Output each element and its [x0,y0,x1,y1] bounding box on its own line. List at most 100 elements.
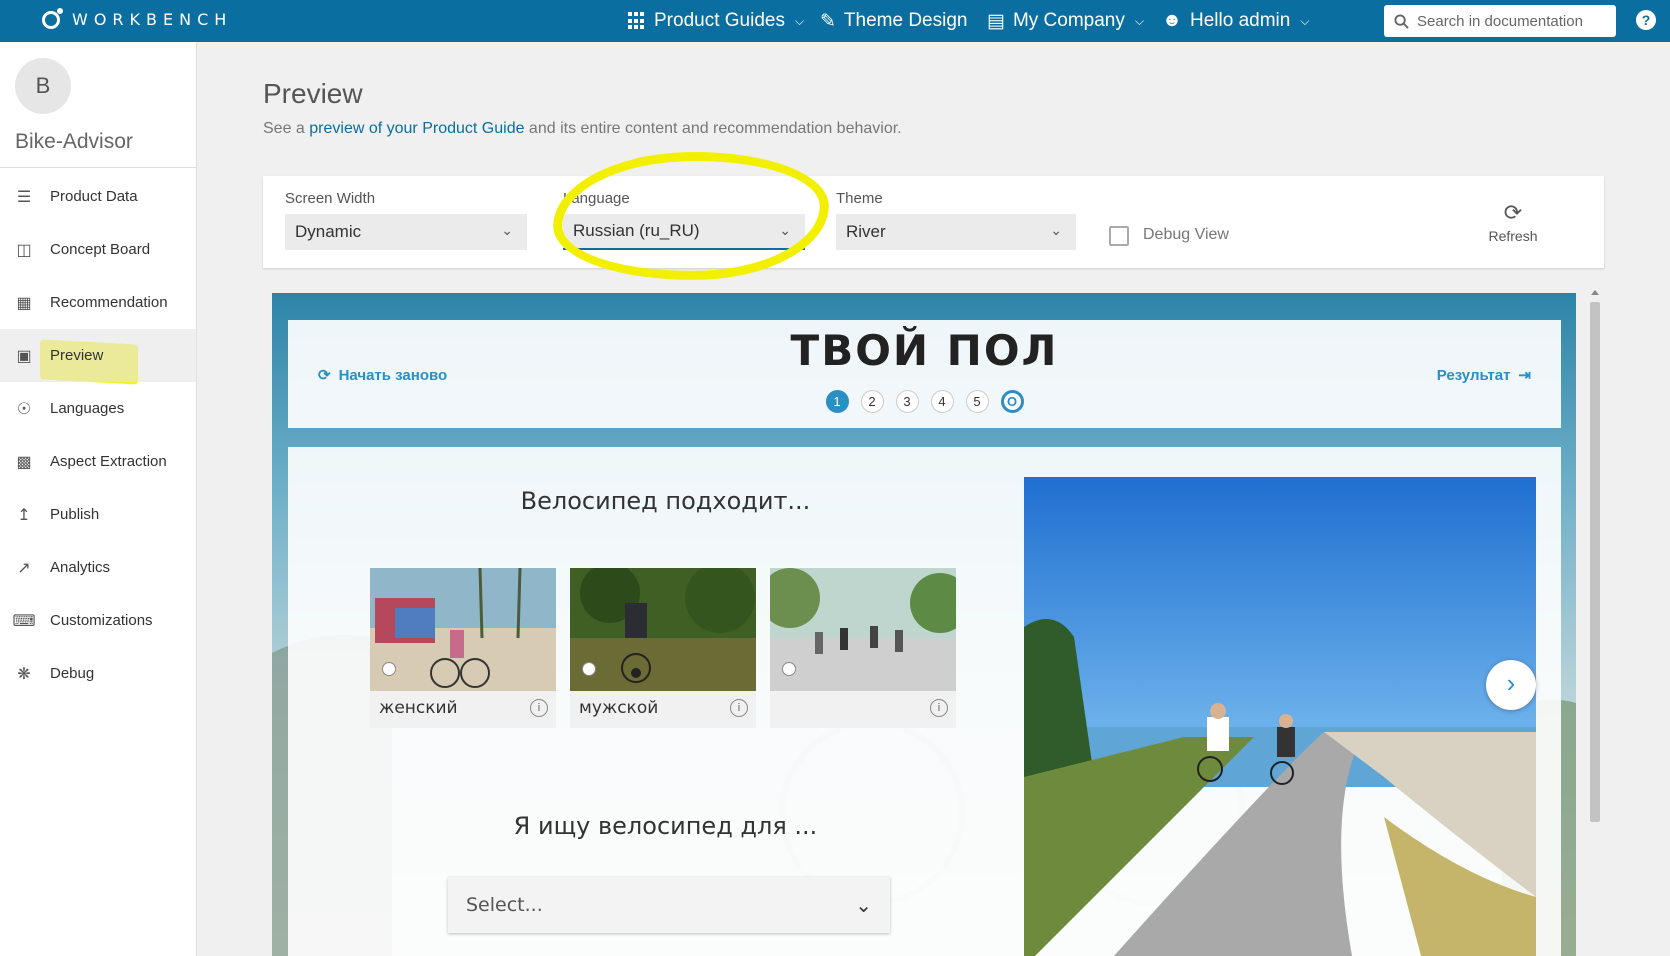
next-arrow-button[interactable]: › [1486,660,1536,710]
debug-view-checkbox[interactable] [1109,226,1129,246]
search-placeholder: Search in documentation [1417,12,1583,30]
option-image-forest [570,568,756,691]
option-image-city-ride [770,568,956,691]
purpose-select[interactable]: Select... ⌄ [448,877,890,933]
subtitle-pre: See a [263,120,310,137]
step-result[interactable]: О [1000,390,1024,413]
scroll-thumb[interactable] [1590,302,1600,822]
step-4[interactable]: 4 [930,390,954,413]
sidebar-item-customizations[interactable]: ⌨ Customizations [0,594,197,647]
hero-image-coastal-ride [1024,477,1536,956]
sidebar-item-concept-board[interactable]: ◫ Concept Board [0,223,197,276]
sidebar-item-label: Publish [50,506,100,523]
info-icon[interactable]: i [930,699,948,717]
top-bar: WORKBENCH Product Guides ⌵ ✎ Theme Desig… [0,0,1670,42]
globe-icon: ☉ [16,400,32,418]
debug-view-label: Debug View [1143,226,1229,243]
help-icon[interactable]: ? [1636,10,1656,30]
option-label: мужской [579,698,659,718]
question-panel: Велосипед подходит... женский i мужской … [288,447,1561,956]
option-card[interactable]: женский i [370,568,556,728]
search-icon [1394,13,1409,29]
sidebar-item-label: Aspect Extraction [50,453,167,470]
chevron-down-icon: ⌵ [794,13,805,28]
preview-link[interactable]: preview of your Product Guide [309,120,524,137]
sidebar-item-recommendation[interactable]: ▦ Recommendation [0,276,197,329]
user-icon: ☻ [1162,10,1182,31]
nav-user-menu[interactable]: ☻ Hello admin ⌵ [1162,0,1309,42]
theme-value: River [846,222,886,241]
screen-width-label: Screen Width [285,190,376,207]
sidebar-item-analytics[interactable]: ↗ Analytics [0,541,197,594]
search-input[interactable]: Search in documentation [1384,5,1616,37]
refresh-icon: ⟳ [1503,200,1523,225]
info-icon[interactable]: i [730,699,748,717]
grid-icon [628,12,646,30]
nav-theme-design[interactable]: ✎ Theme Design [820,0,967,42]
chevron-down-icon: ⌄ [501,222,513,238]
nav-my-company-label: My Company [1012,10,1125,31]
sidebar-item-label: Recommendation [50,294,168,311]
refresh-button[interactable]: ⟳ Refresh [1473,200,1553,244]
arrow-to-end-icon: ⇥ [1518,367,1531,384]
info-icon[interactable]: i [530,699,548,717]
step-indicator: 1 2 3 4 5 О [288,390,1561,413]
theme-select[interactable]: River ⌄ [836,214,1076,250]
subtitle-post: and its entire content and recommendatio… [524,120,902,137]
sidebar-item-preview[interactable]: ▣ Preview [0,329,197,382]
nav-product-guides[interactable]: Product Guides ⌵ [628,0,804,42]
option-radio[interactable] [382,662,396,676]
step-2[interactable]: 2 [860,390,884,413]
account-name: Bike-Advisor [15,130,133,153]
option-label: женский [379,698,458,718]
step-3[interactable]: 3 [895,390,919,413]
monitor-icon: ▣ [16,347,32,365]
chevron-down-icon: ⌄ [855,893,872,917]
workbench-logo[interactable]: WORKBENCH [42,7,232,29]
calculator-icon: ▩ [16,453,32,471]
sidebar-item-product-data[interactable]: ☰ Product Data [0,170,197,223]
guide-preview-frame: ⟳ Начать заново ТВОЙ ПОЛ Результат ⇥ 1 2… [272,293,1576,956]
option-card[interactable]: мужской i [570,568,756,728]
result-button[interactable]: Результат ⇥ [1437,366,1531,385]
preview-scrollbar[interactable] [1588,290,1602,956]
sidebar-item-languages[interactable]: ☉ Languages [0,382,197,435]
sidebar-item-label: Product Data [50,188,138,205]
option-radio[interactable] [782,662,796,676]
sidebar-item-label: Languages [50,400,125,417]
gift-icon: ▦ [16,294,32,312]
page-title: Preview [263,78,363,109]
sidebar-item-publish[interactable]: ↥ Publish [0,488,197,541]
step-5[interactable]: 5 [965,390,989,413]
sidebar-item-label: Debug [50,665,95,682]
chevron-down-icon: ⌄ [1050,222,1062,238]
refresh-label: Refresh [1488,228,1538,244]
question-2: Я ищу велосипед для ... [513,812,818,840]
book-icon: ◫ [16,241,32,259]
building-icon: ▤ [987,10,1005,32]
page-subtitle: See a preview of your Product Guide and … [263,120,902,138]
logo-mark-icon [42,7,63,29]
sidebar-item-label: Preview [50,347,104,364]
screen-width-value: Dynamic [295,222,362,241]
sidebar-item-label: Concept Board [50,241,151,258]
preview-settings-bar: Screen Width Dynamic ⌄ Language Russian … [263,176,1604,268]
guide-title: ТВОЙ ПОЛ [790,326,1059,375]
option-radio[interactable] [582,662,596,676]
scroll-up-icon[interactable] [1591,290,1599,295]
screen-width-select[interactable]: Dynamic ⌄ [285,214,527,250]
chevron-down-icon: ⌵ [1134,13,1144,28]
sidebar-item-aspect-extraction[interactable]: ▩ Aspect Extraction [0,435,197,488]
chevron-down-icon: ⌵ [1300,13,1310,28]
sidebar-item-debug[interactable]: ❋ Debug [0,647,197,700]
bug-icon: ❋ [17,665,31,683]
option-card[interactable]: i [770,568,956,728]
step-1[interactable]: 1 [825,390,849,413]
nav-product-guides-label: Product Guides [654,10,785,31]
keyboard-icon: ⌨ [12,612,36,630]
avatar[interactable]: B [15,58,71,114]
sidebar-item-label: Customizations [50,612,153,629]
database-icon: ☰ [16,188,32,206]
guide-header: ⟳ Начать заново ТВОЙ ПОЛ Результат ⇥ 1 2… [288,320,1561,428]
nav-my-company[interactable]: ▤ My Company ⌵ [987,0,1144,42]
